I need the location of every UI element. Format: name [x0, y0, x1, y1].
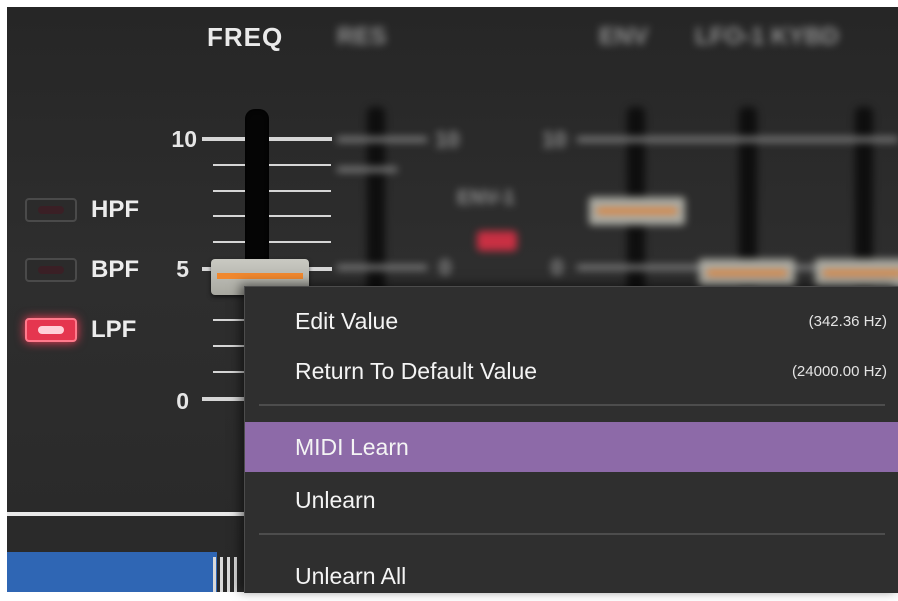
menu-item-unlearn[interactable]: Unlearn: [245, 475, 898, 525]
menu-item-return-to-default[interactable]: Return To Default Value (24000.00 Hz): [245, 346, 898, 396]
menu-item-edit-value[interactable]: Edit Value (342.36 Hz): [245, 296, 898, 346]
env-scale-line: [577, 137, 898, 142]
menu-item-label: MIDI Learn: [295, 434, 409, 460]
lfo-slider-thumb: [699, 259, 795, 287]
led-core: [38, 206, 64, 214]
bpf-led-icon: [25, 258, 77, 282]
current-value-hint: (342.36 Hz): [808, 313, 887, 330]
lpf-label: LPF: [91, 316, 137, 343]
res-scale-line: [337, 167, 397, 172]
led-core: [38, 266, 64, 274]
freq-scale-max: 10: [171, 126, 197, 152]
grip-line: [234, 557, 237, 592]
menu-item-unlearn-all[interactable]: Unlearn All: [245, 551, 898, 601]
freq-slider-thumb-stripe: [217, 273, 303, 279]
led-core: [38, 326, 64, 334]
res-scale-line: [337, 265, 427, 270]
menu-separator: [259, 404, 885, 406]
menu-item-label: Unlearn: [295, 487, 376, 513]
lpf-led-icon: [25, 318, 77, 342]
filter-mode-hpf[interactable]: HPF: [25, 194, 139, 226]
grip-line: [220, 557, 223, 592]
hpf-label: HPF: [91, 196, 139, 223]
menu-item-label: Edit Value: [295, 308, 399, 334]
lfo-kybd-label: LFO-1 KYBD: [695, 23, 839, 50]
freq-scale-mid: 5: [176, 256, 189, 282]
env-label: ENV: [599, 23, 649, 50]
res-scale-max: 10: [435, 127, 460, 152]
env-scale-max: 10: [542, 127, 567, 152]
menu-item-label: Return To Default Value: [295, 358, 538, 384]
env-scale-min: 0: [551, 255, 564, 280]
filter-mode-lpf[interactable]: LPF: [25, 314, 136, 346]
res-scale-min: 0: [439, 255, 452, 280]
grip-line: [227, 557, 230, 592]
menu-item-label: Unlearn All: [295, 563, 407, 589]
res-label: RES: [337, 23, 387, 50]
freq-title: FREQ: [207, 22, 284, 52]
freq-tick: [213, 215, 331, 217]
section-divider: [7, 512, 267, 516]
context-menu: Edit Value (342.36 Hz) Return To Default…: [244, 286, 898, 593]
freq-tick: [213, 190, 331, 192]
hpf-led-icon: [25, 198, 77, 222]
blurred-background-controls: RES ENV LFO-1 KYBD ENV-1 10 0 10 0: [337, 7, 898, 307]
freq-tick: [213, 164, 331, 166]
default-value-hint: (24000.00 Hz): [791, 363, 887, 380]
res-scale-line: [337, 137, 427, 142]
kybd-slider-thumb: [815, 259, 898, 287]
filter-mode-bpf[interactable]: BPF: [25, 254, 139, 286]
env-slider-thumb: [589, 197, 685, 225]
freq-tick: [213, 241, 331, 243]
grip-line: [213, 557, 216, 592]
menu-separator: [259, 533, 885, 535]
menu-item-midi-learn[interactable]: MIDI Learn: [245, 422, 898, 472]
bpf-label: BPF: [91, 256, 139, 283]
freq-scale-min: 0: [176, 388, 189, 414]
env-source-label: ENV-1: [457, 187, 515, 209]
env-led: [477, 231, 517, 251]
bottom-blue-strip: [7, 552, 217, 592]
